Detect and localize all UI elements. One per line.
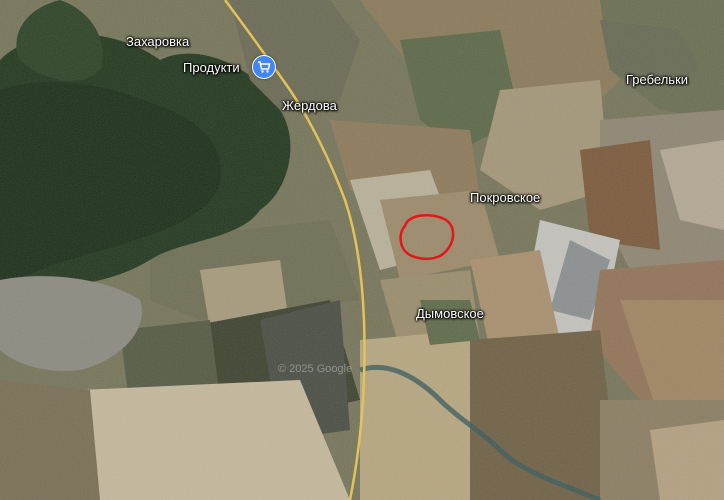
place-label-zherdova[interactable]: Жердова bbox=[282, 98, 337, 113]
place-label-pokrovskoe[interactable]: Покровское bbox=[470, 190, 540, 205]
place-label-grebelki[interactable]: Гребельки bbox=[626, 72, 688, 87]
satellite-imagery bbox=[0, 0, 724, 500]
place-label-zakharovka[interactable]: Захаровка bbox=[126, 34, 189, 49]
shopping-cart-icon bbox=[252, 55, 276, 79]
place-label-dymovskoe[interactable]: Дымовское bbox=[416, 306, 484, 321]
map-view[interactable]: Захаровка Жердова Гребельки Покровское Д… bbox=[0, 0, 724, 500]
poi-marker[interactable] bbox=[252, 55, 276, 79]
poi-label[interactable]: Продукти bbox=[183, 60, 240, 75]
map-watermark: © 2025 Google bbox=[278, 363, 353, 375]
